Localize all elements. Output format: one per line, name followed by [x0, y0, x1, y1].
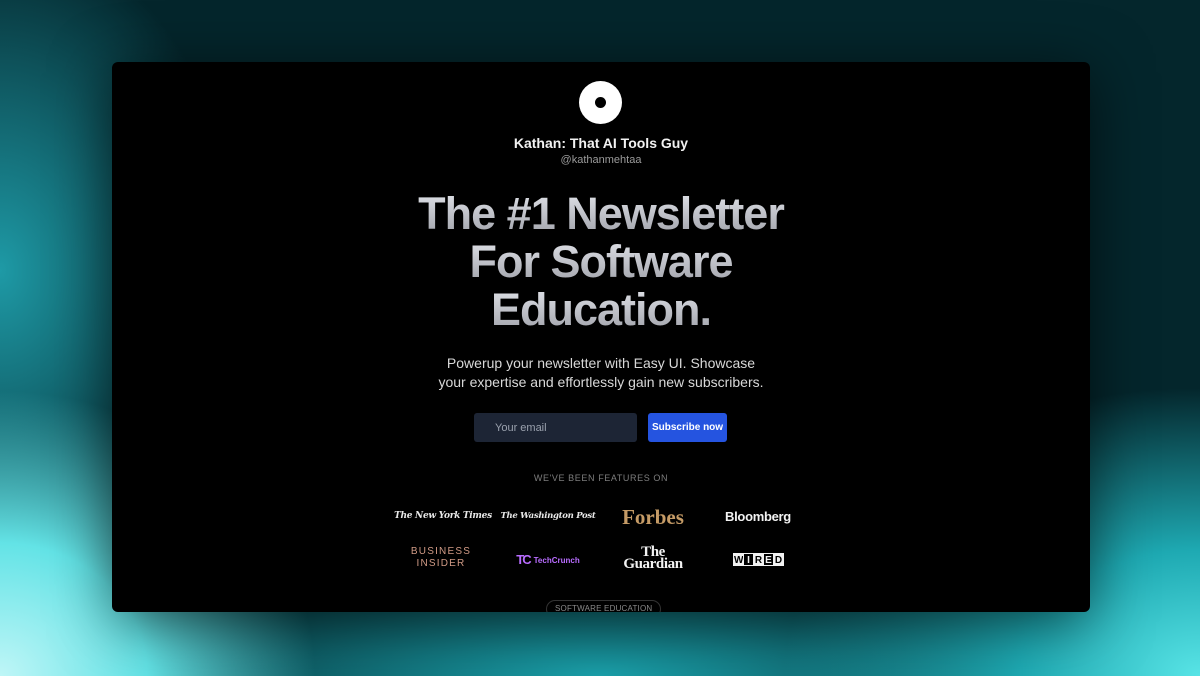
headline-line-1: The #1 Newsletter [112, 190, 1090, 238]
techcrunch-logo: TC TechCrunch [498, 552, 598, 567]
forbes-logo: Forbes [622, 505, 684, 529]
business-insider-line-1: BUSINESS [410, 546, 472, 557]
guardian-logo: The Guardian [603, 545, 703, 572]
wired-letter-d: D [773, 553, 784, 567]
hero-description: Powerup your newsletter with Easy UI. Sh… [112, 354, 1090, 392]
business-insider-line-2: INSIDER [416, 558, 466, 569]
description-line-1: Powerup your newsletter with Easy UI. Sh… [446, 355, 756, 371]
business-insider-logo: BUSINESS INSIDER [391, 546, 491, 570]
featured-heading: WE'VE BEEN FEATURES ON [533, 473, 669, 483]
wired-logo: WIRED [708, 551, 808, 569]
nyt-logo: The New York Times [394, 511, 492, 521]
software-education-tag: SOFTWARE EDUCATION [546, 600, 662, 612]
techcrunch-mark-icon: TC [516, 552, 531, 567]
techcrunch-text: TechCrunch [533, 556, 580, 565]
washington-post-logo: The Washington Post [500, 511, 596, 521]
avatar-dot-icon [595, 97, 606, 108]
avatar[interactable] [579, 81, 622, 124]
description-line-2: your expertise and effortlessly gain new… [438, 374, 764, 390]
hero-headline: The #1 Newsletter For Software Education… [112, 190, 1090, 334]
guardian-line-2: Guardian [623, 556, 683, 572]
headline-line-2: For Software [112, 238, 1090, 286]
email-input[interactable] [474, 413, 637, 442]
subscribe-button[interactable]: Subscribe now [648, 413, 727, 442]
profile-handle: @kathanmehtaa [560, 154, 642, 166]
profile-name: Kathan: That AI Tools Guy [513, 135, 689, 151]
headline-line-3: Education. [112, 286, 1090, 334]
bloomberg-logo: Bloomberg [725, 509, 791, 524]
app-window: Kathan: That AI Tools Guy @kathanmehtaa … [112, 62, 1090, 612]
